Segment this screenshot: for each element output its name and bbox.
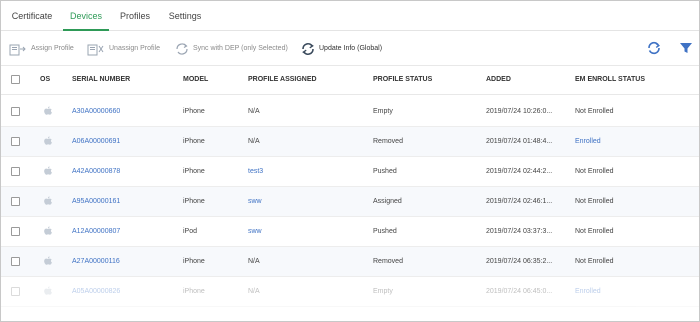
apple-icon — [44, 106, 52, 115]
profile-status-cell: Removed — [373, 258, 403, 265]
apple-icon — [44, 166, 52, 175]
serial-number-link[interactable]: A30A00000660 — [72, 97, 120, 126]
added-cell: 2019/07/24 06:35:2... — [486, 258, 553, 265]
update-info-button[interactable]: Update Info (Global) — [301, 32, 382, 65]
profile-status-cell: Pushed — [373, 168, 397, 175]
enroll-status-cell: Enrolled — [575, 138, 601, 145]
table-row[interactable]: A42A00000878 iPhone test3 Pushed 2019/07… — [1, 157, 699, 187]
sync-dep-button[interactable]: Sync with DEP (only Selected) — [175, 32, 288, 65]
model-cell: iPhone — [183, 258, 205, 265]
col-model[interactable]: MODEL — [183, 66, 208, 94]
table-header: OS SERIAL NUMBER MODEL PROFILE ASSIGNED … — [1, 65, 699, 95]
profile-assigned-link[interactable]: sww — [248, 187, 262, 216]
added-cell: 2019/07/24 03:37:3... — [486, 228, 553, 235]
table-row[interactable]: A05A00000826 iPhone N/A Empty 2019/07/24… — [1, 277, 699, 307]
row-checkbox[interactable] — [11, 227, 20, 236]
model-cell: iPhone — [183, 108, 205, 115]
model-cell: iPhone — [183, 198, 205, 205]
serial-number-link[interactable]: A12A00000807 — [72, 217, 120, 246]
col-profile-assigned[interactable]: PROFILE ASSIGNED — [248, 66, 317, 94]
sync-icon — [176, 42, 188, 55]
unassign-profile-icon — [87, 44, 104, 55]
col-added[interactable]: ADDED — [486, 66, 511, 94]
refresh-icon[interactable] — [646, 40, 662, 56]
tab-devices[interactable]: Devices — [63, 1, 109, 31]
profile-status-cell: Removed — [373, 138, 403, 145]
enroll-status-cell: Not Enrolled — [575, 258, 614, 265]
serial-number-link[interactable]: A06A00000691 — [72, 127, 120, 156]
row-checkbox[interactable] — [11, 137, 20, 146]
tab-certificate[interactable]: Certificate — [5, 1, 59, 31]
row-checkbox[interactable] — [11, 197, 20, 206]
table-row[interactable]: A06A00000691 iPhone N/A Removed 2019/07/… — [1, 127, 699, 157]
apple-icon — [44, 256, 52, 265]
profile-status-cell: Pushed — [373, 228, 397, 235]
toolbar: Assign Profile Unassign Profile Sync wit… — [1, 32, 699, 65]
added-cell: 2019/07/24 10:26:0... — [486, 108, 553, 115]
row-checkbox[interactable] — [11, 167, 20, 176]
assign-profile-button[interactable]: Assign Profile — [9, 32, 74, 65]
profile-assigned-cell: N/A — [248, 138, 260, 145]
serial-number-link[interactable]: A27A00000116 — [72, 247, 120, 276]
serial-number-link[interactable]: A05A00000826 — [72, 277, 120, 306]
col-os[interactable]: OS — [40, 66, 50, 94]
tab-settings[interactable]: Settings — [163, 1, 207, 31]
tab-bar: Certificate Devices Profiles Settings — [1, 1, 699, 31]
unassign-profile-label: Unassign Profile — [109, 45, 160, 52]
update-icon — [302, 42, 314, 55]
model-cell: iPhone — [183, 138, 205, 145]
table-row[interactable]: A12A00000807 iPod sww Pushed 2019/07/24 … — [1, 217, 699, 247]
col-serial-number[interactable]: SERIAL NUMBER — [72, 66, 130, 94]
row-checkbox[interactable] — [11, 287, 20, 296]
select-all-checkbox[interactable] — [11, 75, 20, 84]
enroll-status-cell: Not Enrolled — [575, 198, 614, 205]
profile-status-cell: Empty — [373, 108, 393, 115]
enroll-status-cell: Not Enrolled — [575, 228, 614, 235]
row-checkbox[interactable] — [11, 257, 20, 266]
assign-profile-icon — [9, 44, 26, 55]
profile-assigned-link[interactable]: sww — [248, 217, 262, 246]
table-row[interactable]: A30A00000660 iPhone N/A Empty 2019/07/24… — [1, 97, 699, 127]
serial-number-link[interactable]: A95A00000161 — [72, 187, 120, 216]
col-profile-status[interactable]: PROFILE STATUS — [373, 66, 432, 94]
sync-dep-label: Sync with DEP (only Selected) — [193, 45, 288, 52]
profile-assigned-cell: N/A — [248, 288, 260, 295]
update-info-label: Update Info (Global) — [319, 45, 383, 52]
enroll-status-cell: Enrolled — [575, 288, 601, 295]
added-cell: 2019/07/24 02:46:1... — [486, 198, 553, 205]
model-cell: iPhone — [183, 168, 205, 175]
profile-assigned-link[interactable]: test3 — [248, 157, 263, 186]
filter-icon[interactable] — [678, 40, 694, 56]
profile-assigned-cell: N/A — [248, 258, 260, 265]
apple-icon — [44, 286, 52, 295]
profile-status-cell: Empty — [373, 288, 393, 295]
added-cell: 2019/07/24 06:45:0... — [486, 288, 553, 295]
apple-icon — [44, 136, 52, 145]
table-row[interactable]: A27A00000116 iPhone N/A Removed 2019/07/… — [1, 247, 699, 277]
apple-icon — [44, 196, 52, 205]
enroll-status-cell: Not Enrolled — [575, 168, 614, 175]
tab-profiles[interactable]: Profiles — [113, 1, 157, 31]
model-cell: iPhone — [183, 288, 205, 295]
added-cell: 2019/07/24 01:48:4... — [486, 138, 553, 145]
apple-icon — [44, 226, 52, 235]
serial-number-link[interactable]: A42A00000878 — [72, 157, 120, 186]
enroll-status-cell: Not Enrolled — [575, 108, 614, 115]
added-cell: 2019/07/24 02:44:2... — [486, 168, 553, 175]
assign-profile-label: Assign Profile — [31, 45, 74, 52]
profile-status-cell: Assigned — [373, 198, 402, 205]
dep-devices-panel: Certificate Devices Profiles Settings As… — [0, 0, 700, 322]
model-cell: iPod — [183, 228, 198, 235]
col-em-enroll-status[interactable]: EM ENROLL STATUS — [575, 66, 645, 94]
table-row[interactable]: A95A00000161 iPhone sww Assigned 2019/07… — [1, 187, 699, 217]
profile-assigned-cell: N/A — [248, 108, 260, 115]
row-checkbox[interactable] — [11, 107, 20, 116]
unassign-profile-button[interactable]: Unassign Profile — [87, 32, 160, 65]
